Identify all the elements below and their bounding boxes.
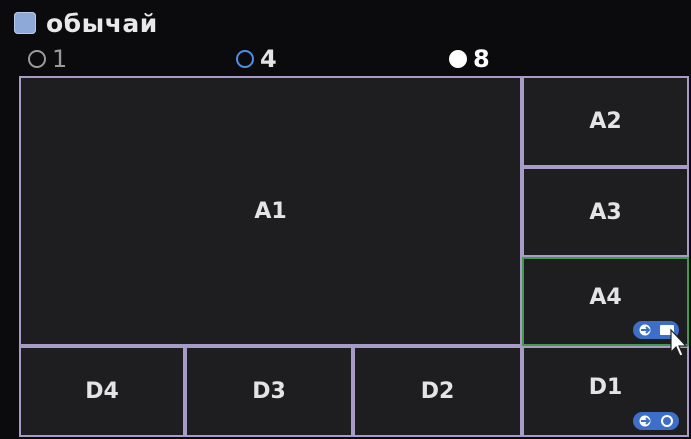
channel-label: D4	[85, 379, 119, 404]
radio-selected-icon[interactable]	[449, 50, 467, 68]
layout-mode-4[interactable]: 4	[236, 44, 277, 74]
layout-mode-8-label: 8	[473, 45, 490, 73]
channel-cell-d4[interactable]: D4	[19, 346, 185, 437]
custom-label: обычай	[46, 8, 158, 38]
swap-channel-button[interactable]	[633, 412, 679, 430]
channel-layout-grid: A1 A2 A3 A4 D4 D3 D2 D1	[19, 76, 689, 437]
channel-cell-a2[interactable]: A2	[522, 76, 689, 167]
mouse-pointer-icon	[670, 328, 688, 357]
channel-cell-a4[interactable]: A4	[522, 257, 689, 346]
channel-cell-a1[interactable]: A1	[19, 76, 522, 346]
channel-label: A4	[589, 285, 622, 310]
circle-icon	[661, 415, 673, 427]
channel-cell-a3[interactable]: A3	[522, 167, 689, 257]
channel-cell-d2[interactable]: D2	[353, 346, 522, 437]
layout-mode-8[interactable]: 8	[449, 44, 490, 74]
layout-mode-4-label: 4	[260, 45, 277, 73]
channel-label: A1	[254, 198, 287, 224]
channel-label: A3	[589, 199, 622, 225]
custom-checkbox[interactable]	[14, 12, 36, 34]
arrow-right-icon	[639, 324, 650, 336]
layout-mode-1[interactable]: 1	[28, 44, 67, 74]
arrow-right-icon	[639, 415, 651, 427]
channel-label: A2	[589, 109, 622, 134]
layout-mode-1-label: 1	[52, 45, 68, 73]
channel-label: D3	[252, 379, 286, 404]
channel-cell-d3[interactable]: D3	[185, 346, 353, 437]
radio-icon[interactable]	[28, 50, 46, 68]
channel-cell-d1[interactable]: D1	[522, 346, 689, 437]
radio-icon[interactable]	[236, 50, 254, 68]
layout-settings-screen: обычай 1 4 8 A1 A2 A3 A4 D4 D3 D2 D1	[0, 0, 691, 439]
channel-label: D1	[588, 375, 623, 400]
custom-layout-toggle[interactable]: обычай	[14, 8, 158, 38]
channel-label: D2	[420, 379, 455, 404]
